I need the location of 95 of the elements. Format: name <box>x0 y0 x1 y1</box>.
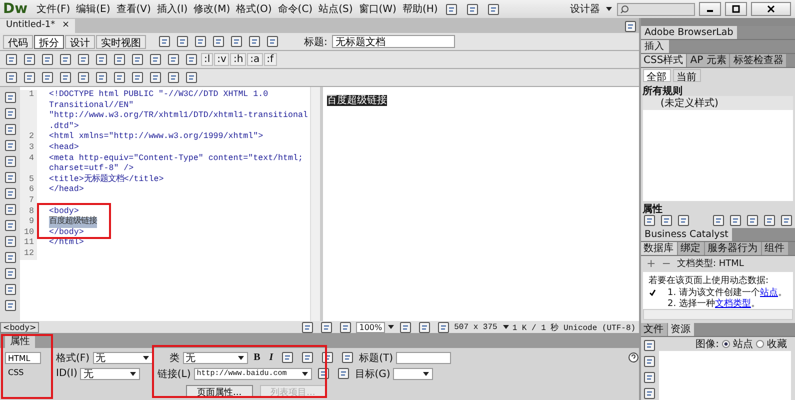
radio-label[interactable]: 站点 <box>733 337 753 351</box>
step-text: 2. 选择一种文档类型。 <box>668 298 760 310</box>
style-toggle[interactable]: :v <box>214 53 230 66</box>
panel-tab[interactable]: 服务器行为 <box>704 242 761 255</box>
menu-item[interactable]: 插入(I) <box>156 2 189 16</box>
mode-button[interactable]: 全部 <box>642 68 671 82</box>
app-logo: Dw <box>3 1 28 17</box>
panel-title[interactable]: Business Catalyst <box>640 228 732 241</box>
view-button[interactable]: 实时视图 <box>96 34 146 48</box>
panel-title[interactable]: Adobe BrowserLab <box>640 26 738 39</box>
code-line: <!DOCTYPE html PUBLIC "-//W3C//DTD XHTML 1.0 <box>49 90 268 101</box>
window-size[interactable]: 507 x 375 <box>454 322 498 332</box>
section-heading: 属性 <box>642 202 664 214</box>
line-number: 10 <box>20 228 37 238</box>
menu-item[interactable]: 编辑(E) <box>75 2 112 16</box>
field-label: 类 <box>170 352 180 364</box>
remove-button[interactable]: − <box>662 257 671 270</box>
panel-tab[interactable]: CSS样式 <box>640 54 686 67</box>
code-line: </body> <box>49 228 84 238</box>
panel-tab[interactable]: 数据库 <box>640 242 677 255</box>
step-link[interactable]: 文档类型 <box>715 299 751 310</box>
line-number: 1 <box>20 90 37 101</box>
step-link[interactable]: 站点 <box>760 288 778 298</box>
design-view[interactable]: 百度超级链接 <box>323 87 639 321</box>
document-tab[interactable]: Untitled-1* × <box>0 19 76 33</box>
style-toggle[interactable]: :a <box>247 53 263 66</box>
code-line: .dtd"> <box>49 122 79 132</box>
code-line: charset=utf-8" /> <box>49 164 134 174</box>
code-line: <title>无标题文档</title> <box>49 174 164 185</box>
panel-tab[interactable]: 标签检查器 <box>730 54 786 67</box>
code-line: <body> <box>49 206 79 216</box>
radio-label[interactable]: 收藏 <box>767 337 787 351</box>
mode-button[interactable]: HTML <box>5 352 41 364</box>
field-label: 标题(T) <box>359 352 394 364</box>
field-label: 目标(G) <box>354 368 390 380</box>
panel-tab[interactable]: 文件 <box>640 323 667 336</box>
panel-tab[interactable]: 组件 <box>762 242 788 255</box>
field-label: ID(I) <box>56 368 78 379</box>
mode-button[interactable]: 当前 <box>672 68 701 82</box>
panel-tab[interactable]: AP 元素 <box>687 54 730 67</box>
instruction-text: 若要在该页面上使用动态数据: <box>648 274 770 288</box>
view-button[interactable]: 代码 <box>3 34 33 48</box>
view-button[interactable]: 拆分 <box>34 34 64 48</box>
title-label: 标题: <box>304 36 328 48</box>
zoom-select[interactable]: 100% <box>356 322 386 332</box>
code-line: <head> <box>49 142 79 154</box>
menu-item[interactable]: 查看(V) <box>115 2 152 16</box>
code-line: </head> <box>49 185 84 196</box>
code-line: <meta http-equiv="Content-Type" content="text/html; <box>49 154 303 164</box>
panel-tab[interactable]: 绑定 <box>678 242 704 255</box>
line-number: 6 <box>20 185 37 196</box>
menu-item[interactable]: 格式(O) <box>235 2 273 16</box>
panel-tab[interactable]: 属性 <box>5 336 35 348</box>
code-line: Transitional//EN" <box>49 100 134 111</box>
menu-item[interactable]: 修改(M) <box>192 2 232 16</box>
panel-tab[interactable]: 资源 <box>668 323 694 336</box>
line-number: 5 <box>20 174 37 186</box>
line-number: 8 <box>20 206 37 218</box>
line-number: 3 <box>20 142 37 154</box>
menu-item[interactable]: 站点(S) <box>318 2 354 16</box>
line-number: 11 <box>20 238 37 249</box>
field-label: 链接(L) <box>157 368 191 380</box>
style-toggle[interactable]: :f <box>264 53 277 66</box>
style-toggle[interactable]: :l <box>201 53 214 66</box>
workspace-menu[interactable]: 设计器 <box>569 2 601 16</box>
tag-selector[interactable]: <body> <box>0 322 40 332</box>
bold-button[interactable]: B <box>250 352 264 363</box>
id-select[interactable]: 无 <box>80 368 140 380</box>
menu-item[interactable]: 窗口(W) <box>358 2 398 16</box>
code-line: <html xmlns="http://www.w3.org/1999/xhtml"> <box>49 132 264 143</box>
add-button[interactable]: + <box>646 257 656 270</box>
document-type: 文档类型: HTML <box>676 258 744 270</box>
title-field[interactable]: 无标题文档 <box>332 35 456 48</box>
view-button[interactable]: 设计 <box>65 34 95 48</box>
document-info: 1 K / 1 秒 Unicode (UTF-8) <box>512 322 636 332</box>
line-number: 12 <box>20 248 37 260</box>
line-number: 4 <box>20 154 37 164</box>
mode-button[interactable]: CSS <box>5 366 41 378</box>
field-label: 格式(F) <box>56 352 90 364</box>
step-text: 1. 请为该文件创建一个站点。 <box>668 286 787 298</box>
menu-item[interactable]: 帮助(H) <box>401 2 439 16</box>
menu-item[interactable]: 命令(C) <box>276 2 314 16</box>
rule-item[interactable]: (未定义样式) <box>642 96 793 110</box>
line-number: 9 <box>20 217 37 228</box>
italic-button[interactable]: I <box>266 352 276 363</box>
section-heading: 所有规则 <box>642 84 684 96</box>
assets-label: 图像: <box>696 338 719 351</box>
format-select[interactable]: 无 <box>92 352 153 364</box>
line-number: 7 <box>20 196 37 207</box>
page-text: 百度超级链接 <box>327 95 387 106</box>
style-toggle[interactable]: :h <box>230 53 246 66</box>
menu-item[interactable]: 文件(F) <box>36 2 72 16</box>
class-select[interactable]: 无 <box>182 352 248 364</box>
line-number: 2 <box>20 132 37 143</box>
code-line: "http://www.w3.org/TR/xhtml1/DTD/xhtml1-transitional <box>49 111 308 122</box>
